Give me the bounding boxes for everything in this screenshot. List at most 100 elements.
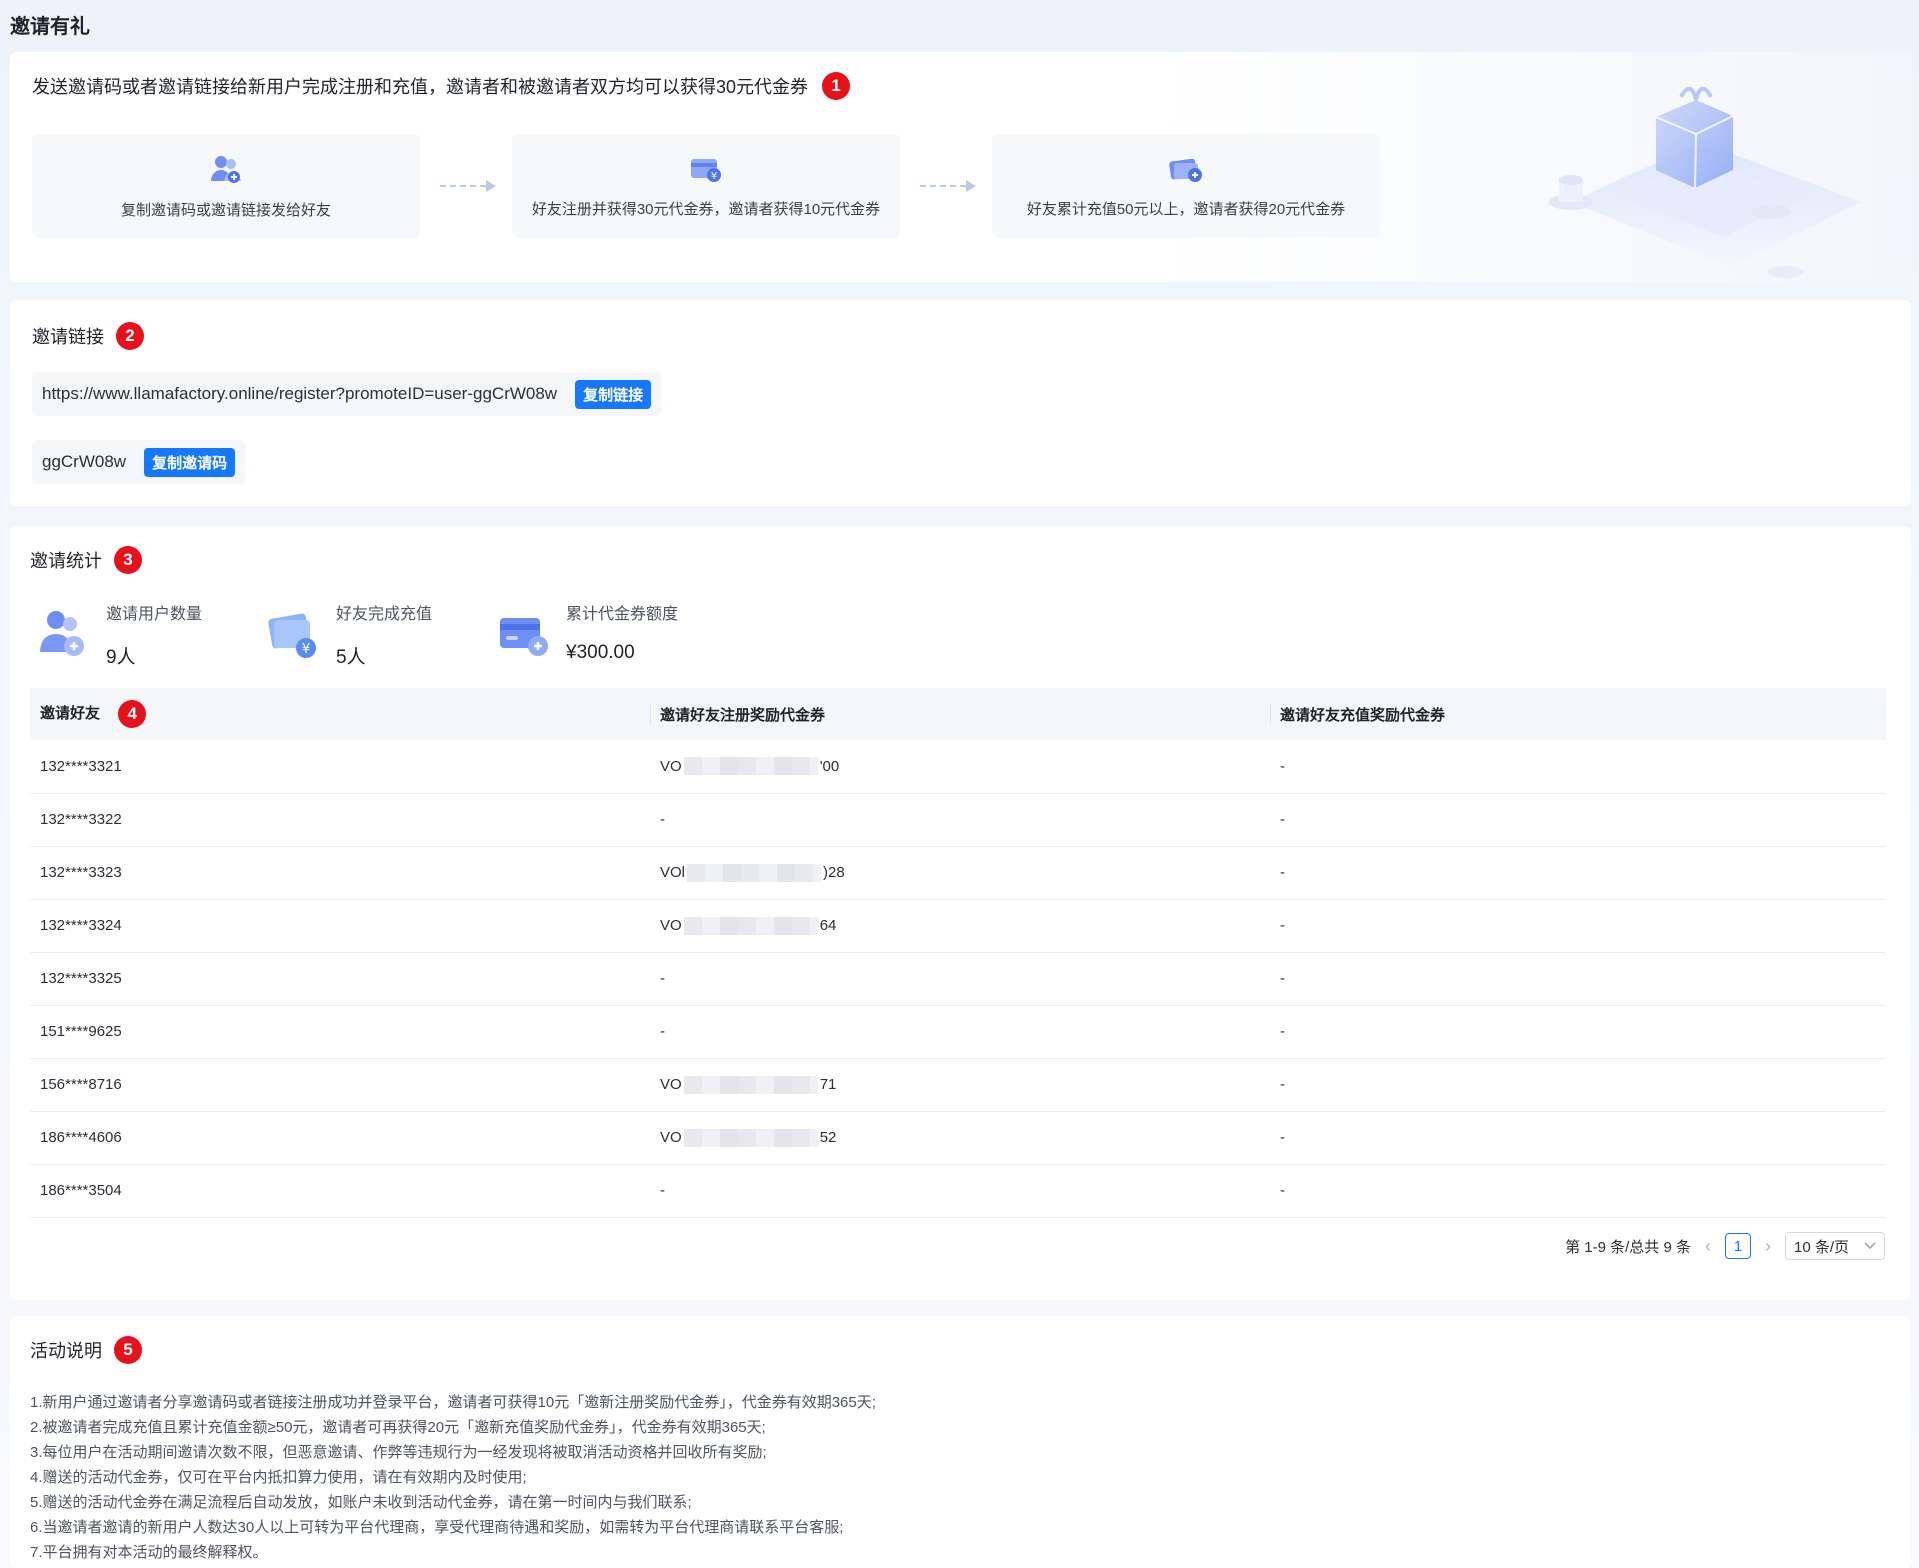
register-voucher-cell: VO 52: [650, 1111, 1270, 1165]
voucher-suffix: )28: [823, 864, 845, 881]
step-register: ¥ 好友注册并获得30元代金券，邀请者获得10元代金券: [512, 134, 900, 238]
voucher-prefix: VO: [660, 917, 682, 934]
stat-voucher-total: 累计代金券额度 ¥300.00: [496, 598, 678, 664]
copy-code-button[interactable]: 复制邀请码: [144, 447, 236, 477]
invite-code: ggCrW08w: [42, 452, 127, 471]
friend-phone: 132****3321: [30, 740, 650, 794]
column-header-recharge-voucher: 邀请好友充值奖励代金券: [1270, 688, 1886, 740]
friends-table: 邀请好友 4 邀请好友注册奖励代金券 邀请好友充值奖励代金券 132****33…: [30, 688, 1886, 1218]
stat-value: 5人: [336, 647, 366, 668]
table-row: 132****3325- -: [30, 952, 1886, 1006]
table-row: 132****3323 VOl)28 -: [30, 846, 1886, 900]
redacted-block: [687, 863, 822, 882]
friend-phone: 132****3322: [30, 793, 650, 847]
table-row: 186****4606 VO 52 -: [30, 1111, 1886, 1165]
voucher-code: VO 71: [660, 1075, 837, 1094]
friends-table-body: 132****3321 VO '00-132****3322- -132****332…: [30, 740, 1886, 1218]
voucher-code: VO 52: [660, 1128, 837, 1147]
voucher-prefix: VO: [660, 1076, 682, 1093]
table-row: 132****3322- -: [30, 793, 1886, 847]
rules-title: 活动说明: [30, 1341, 102, 1361]
friend-phone: 132****3323: [30, 846, 650, 900]
friend-phone: 186****4606: [30, 1111, 650, 1165]
voucher-prefix: VO: [660, 757, 682, 775]
stat-recharged-friends: ¥ 好友完成充值 5人: [266, 598, 432, 669]
rule-item: 2.被邀请者完成充值且累计充值金额≥50元，邀请者可再获得20元「邀新充值奖励代…: [30, 1419, 766, 1436]
voucher-code: VOl)28: [660, 863, 845, 882]
activity-rules-card: 活动说明 5 1.新用户通过邀请者分享邀请码或者链接注册成功并登录平台，邀请者可…: [10, 1316, 1911, 1568]
invite-stats-card: 邀请统计 3 邀请用户数量 9人 ¥ 好友完成充值 5人 累计代金券额度 ¥30…: [10, 526, 1911, 1300]
register-card-icon: ¥: [691, 158, 721, 182]
step-label: 好友累计充值50元以上，邀请者获得20元代金券: [1026, 200, 1346, 218]
invite-link-card: 邀请链接 2 https://www.llamafactory.online/r…: [10, 300, 1911, 506]
step-badge-5: 5: [114, 1336, 142, 1364]
recharge-voucher-cell: -: [1270, 1111, 1886, 1165]
pagination: 第 1-9 条/总共 9 条 ‹ 1 › 10 条/页: [1565, 1232, 1885, 1260]
svg-text:¥: ¥: [302, 642, 310, 657]
section-title-row: 活动说明 5: [30, 1336, 142, 1364]
register-voucher-cell: -: [650, 1164, 1270, 1218]
step-badge-3: 3: [114, 546, 142, 574]
table-row: 186****3504- -: [30, 1164, 1886, 1218]
voucher-suffix: '00: [819, 757, 840, 775]
stats-title: 邀请统计: [30, 551, 102, 571]
step-arrow: [920, 178, 976, 194]
voucher-suffix: 71: [819, 1076, 837, 1093]
rule-item: 4.赠送的活动代金券，仅可在平台内抵扣算力使用，请在有效期内及时使用;: [30, 1469, 527, 1486]
stat-label: 累计代金券额度: [566, 606, 679, 623]
table-row: 132****3321 VO '00 -: [30, 740, 1886, 794]
friend-phone: 151****9625: [30, 1005, 650, 1059]
invite-code-row: ggCrW08w 复制邀请码: [32, 440, 246, 484]
rule-item: 3.每位用户在活动期间邀请次数不限，但恶意邀请、作弊等违规行为一经发现将被取消活…: [30, 1444, 767, 1461]
page-title: 邀请有礼: [10, 16, 90, 38]
section-title-row: 邀请统计 3: [30, 546, 142, 574]
recharge-card-icon: ¥: [268, 613, 316, 658]
recharge-voucher-cell: -: [1270, 899, 1886, 953]
step-recharge: 好友累计充值50元以上，邀请者获得20元代金券: [992, 134, 1380, 238]
invite-url: https://www.llamafactory.online/register…: [42, 384, 558, 403]
rule-item: 6.当邀请者邀请的新用户人数达30人以上可转为平台代理商，享受代理商待遇和奖励，…: [30, 1519, 844, 1536]
invite-url-row: https://www.llamafactory.online/register…: [32, 372, 662, 416]
chevron-down-icon: [1864, 1242, 1876, 1250]
register-voucher-cell: VO '00: [650, 740, 1270, 794]
recharge-voucher-cell: -: [1270, 740, 1886, 794]
stat-invited-users: 邀请用户数量 9人: [36, 598, 202, 669]
voucher-code: VO 64: [660, 916, 836, 935]
step-badge-1: 1: [822, 72, 851, 100]
register-voucher-cell: VOl)28: [650, 846, 1270, 900]
copy-link-button[interactable]: 复制链接: [575, 379, 652, 409]
svg-text:¥: ¥: [711, 171, 717, 182]
intro-text-row: 发送邀请码或者邀请链接给新用户完成注册和充值，邀请者和被邀请者双方均可以获得30…: [32, 72, 851, 100]
recharge-card-icon: [1169, 158, 1202, 182]
page-number-button[interactable]: 1: [1725, 1233, 1751, 1259]
stat-label: 好友完成充值: [336, 606, 433, 623]
voucher-suffix: 52: [819, 1129, 837, 1146]
next-page-icon[interactable]: ›: [1765, 1236, 1771, 1257]
stat-value: ¥300.00: [566, 642, 635, 663]
column-header-register-voucher: 邀请好友注册奖励代金券: [650, 688, 1270, 740]
users-icon: [211, 155, 241, 183]
section-title-row: 邀请链接 2: [32, 322, 144, 350]
friend-phone: 132****3325: [30, 952, 650, 1006]
recharge-voucher-cell: -: [1270, 1058, 1886, 1112]
page-size-value: 10 条/页: [1794, 1238, 1850, 1256]
step-copy-invite: 复制邀请码或邀请链接发给好友: [32, 134, 420, 238]
step-badge-2: 2: [116, 322, 144, 350]
stat-label: 邀请用户数量: [106, 606, 203, 623]
step-label: 好友注册并获得30元代金券，邀请者获得10元代金券: [531, 200, 881, 218]
pagination-summary: 第 1-9 条/总共 9 条: [1565, 1238, 1691, 1256]
register-voucher-cell: VO 64: [650, 899, 1270, 953]
rule-item: 5.赠送的活动代金券在满足流程后自动发放，如账户未收到活动代金券，请在第一时间内…: [30, 1494, 692, 1511]
recharge-voucher-cell: -: [1270, 952, 1886, 1006]
redacted-block: [683, 757, 818, 776]
invite-link-title: 邀请链接: [32, 327, 104, 347]
table-row: 151****9625- -: [30, 1005, 1886, 1059]
recharge-voucher-cell: -: [1270, 846, 1886, 900]
voucher-code: VO '00: [660, 757, 840, 776]
voucher-card-icon: [500, 618, 548, 656]
page-size-select[interactable]: 10 条/页: [1785, 1232, 1885, 1260]
register-voucher-cell: -: [650, 1005, 1270, 1059]
column-header-friend: 邀请好友 4: [30, 688, 650, 740]
intro-card: 发送邀请码或者邀请链接给新用户完成注册和充值，邀请者和被邀请者双方均可以获得30…: [10, 52, 1911, 282]
prev-page-icon[interactable]: ‹: [1705, 1236, 1711, 1257]
